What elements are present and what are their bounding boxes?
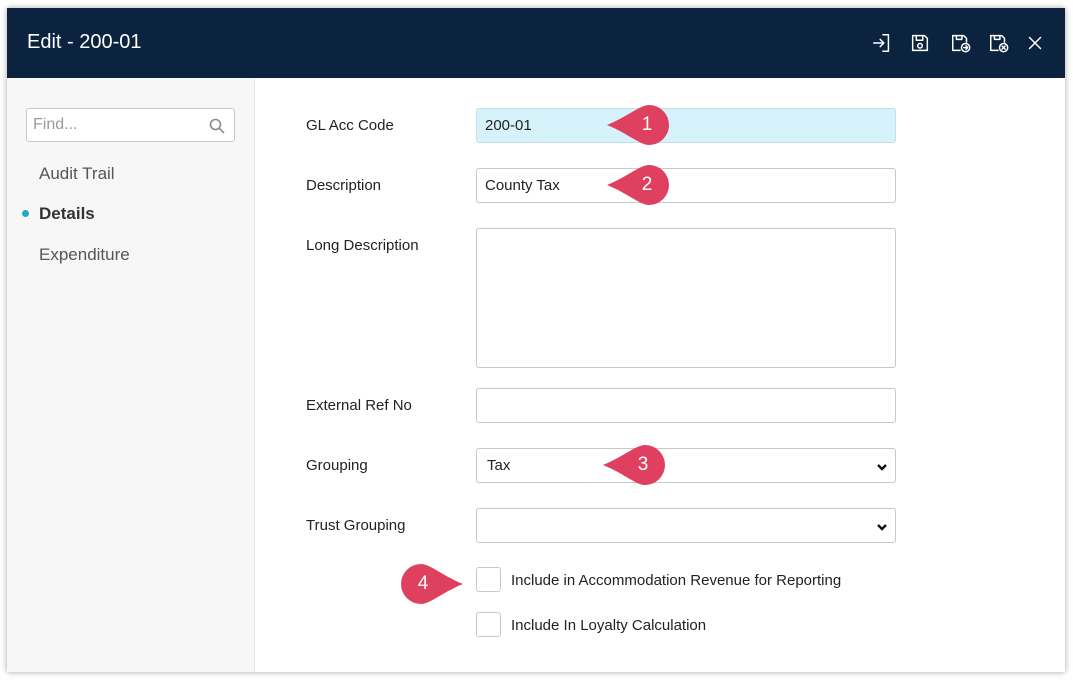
trust-grouping-label: Trust Grouping <box>306 517 406 534</box>
include-loyalty-label[interactable]: Include In Loyalty Calculation <box>511 617 706 634</box>
save-and-new-icon[interactable] <box>949 31 973 55</box>
chevron-down-icon <box>876 460 888 472</box>
gl-acc-code-label: GL Acc Code <box>306 117 394 134</box>
edit-window: Edit - 200-01 Audit Trai <box>7 8 1065 672</box>
save-icon[interactable] <box>908 31 932 55</box>
grouping-select[interactable]: Tax <box>476 448 896 483</box>
close-icon[interactable] <box>1023 31 1047 55</box>
active-indicator-dot <box>22 210 29 217</box>
sign-in-icon[interactable] <box>870 31 894 55</box>
callout-badge-3: 3 <box>603 445 665 485</box>
title-bar: Edit - 200-01 <box>7 8 1065 78</box>
include-accommodation-checkbox[interactable] <box>476 567 501 592</box>
gl-acc-code-field[interactable] <box>476 108 896 143</box>
description-field[interactable] <box>476 168 896 203</box>
find-box <box>26 108 235 142</box>
grouping-selected-value: Tax <box>487 457 511 474</box>
callout-badge-1: 1 <box>607 105 669 145</box>
sidebar-item-audit-trail[interactable]: Audit Trail <box>39 164 115 184</box>
save-and-close-icon[interactable] <box>987 31 1011 55</box>
sidebar-item-details[interactable]: Details <box>39 204 95 224</box>
external-ref-no-label: External Ref No <box>306 397 412 414</box>
trust-grouping-select[interactable] <box>476 508 896 543</box>
window-title: Edit - 200-01 <box>27 31 142 53</box>
include-accommodation-label[interactable]: Include in Accommodation Revenue for Rep… <box>511 572 841 589</box>
search-icon[interactable] <box>209 118 225 134</box>
description-label: Description <box>306 177 382 194</box>
sidebar-item-expenditure[interactable]: Expenditure <box>39 245 130 265</box>
long-description-label: Long Description <box>306 237 419 254</box>
callout-badge-4: 4 <box>401 564 463 604</box>
external-ref-no-field[interactable] <box>476 388 896 423</box>
chevron-down-icon <box>876 520 888 532</box>
grouping-label: Grouping <box>306 457 368 474</box>
sidebar: Audit Trail Details Expenditure <box>7 78 255 672</box>
callout-badge-2: 2 <box>607 165 669 205</box>
long-description-field[interactable] <box>476 228 896 368</box>
include-loyalty-checkbox[interactable] <box>476 612 501 637</box>
find-input[interactable] <box>27 109 202 141</box>
